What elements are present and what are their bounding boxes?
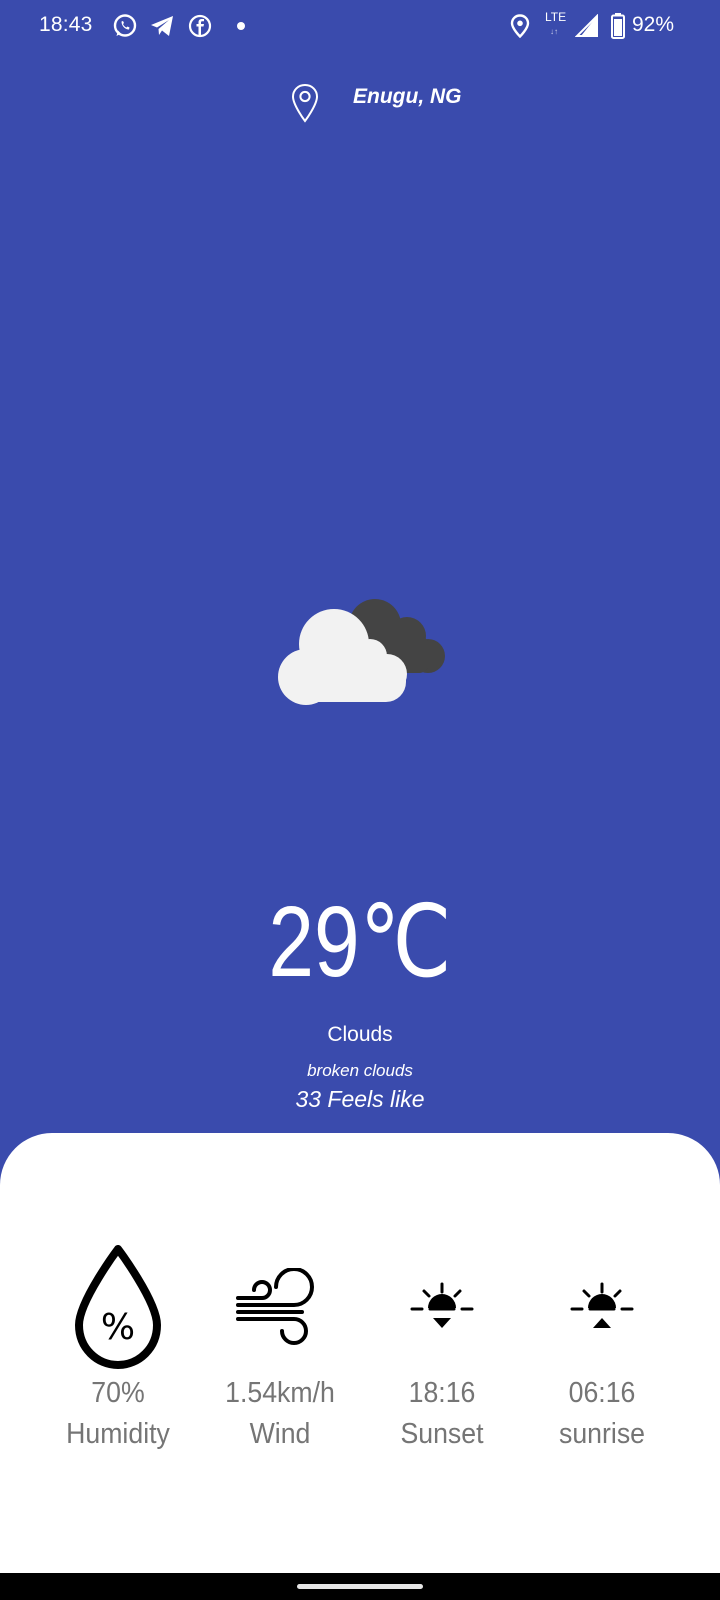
location-pin-icon [291,83,319,123]
humidity-value: 70% [91,1377,145,1409]
wind-label: Wind [249,1418,311,1450]
sunrise-label: sunrise [558,1418,646,1450]
status-bar: 18:43 LTE ↓↑ 92% [0,0,720,52]
humidity-stat: % 70% Humidity [33,1240,203,1451]
status-time: 18:43 [39,13,93,36]
facebook-icon [188,14,212,38]
wind-value: 1.54km/h [225,1377,335,1409]
sunset-label: Sunset [400,1418,484,1450]
sunset-icon [410,1282,474,1328]
telegram-icon [151,16,173,36]
wind-icon [236,1268,314,1345]
battery-icon [611,13,625,39]
home-indicator[interactable] [297,1584,423,1589]
sunset-stat: 18:16 Sunset [357,1240,527,1451]
feels-like: 33 Feels like [295,1086,425,1112]
battery-percent: 92% [632,13,675,36]
sunrise-stat: 06:16 sunrise [517,1240,687,1451]
temperature: 29℃ [268,886,452,998]
condition-description: broken clouds [307,1061,413,1080]
navigation-bar [0,1573,720,1600]
sunset-value: 18:16 [408,1377,476,1409]
notification-dot-icon [237,22,245,30]
lte-arrows: ↓↑ [550,27,558,36]
wind-stat: 1.54km/h Wind [195,1240,365,1451]
signal-icon [575,14,598,37]
broken-clouds-icon [278,599,445,705]
lte-icon: LTE [545,10,567,24]
humidity-label: Humidity [66,1418,170,1450]
location-name[interactable]: Enugu, NG [353,85,462,109]
svg-text:%: % [101,1307,135,1348]
sunrise-icon [570,1282,634,1328]
whatsapp-icon [113,14,137,37]
sunrise-value: 06:16 [568,1377,636,1409]
humidity-drop-icon: % [75,1245,161,1369]
condition-main: Clouds [327,1023,393,1046]
location-icon [510,14,530,38]
